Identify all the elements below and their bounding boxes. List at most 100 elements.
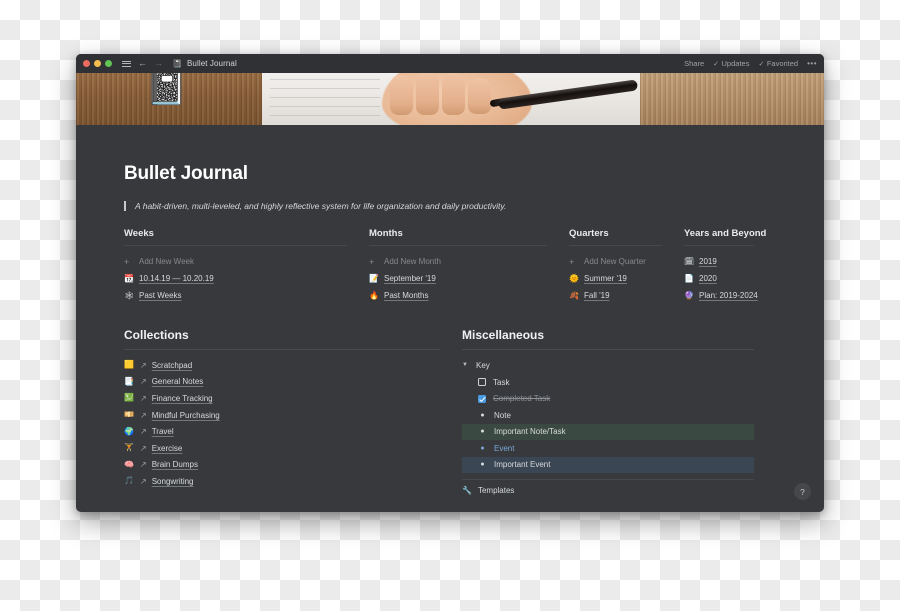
key-item-important-event[interactable]: ● Important Event	[462, 456, 754, 473]
list-item[interactable]: 📄 2020	[684, 270, 776, 287]
calendar-icon: 📆	[124, 273, 134, 283]
list-item[interactable]: 🧠 ↗ Brain Dumps	[124, 457, 462, 474]
forward-arrow-icon[interactable]: →	[154, 59, 163, 68]
notes-icon: 📑	[124, 376, 134, 386]
column-years: Years and Beyond 🗓 2019 📄 2020 🔮 Plan: 2…	[684, 228, 776, 304]
window-controls	[83, 60, 112, 67]
list-item[interactable]: 🏋 ↗ Exercise	[124, 440, 462, 457]
key-label: Key	[476, 360, 490, 370]
share-label: Share	[684, 59, 705, 68]
hamburger-icon[interactable]	[122, 60, 131, 67]
money-icon: 💴	[124, 410, 134, 420]
more-options-icon[interactable]: •••	[807, 59, 817, 68]
column-months: Months + Add New Month 📝 September '19 🔥…	[369, 228, 569, 304]
key-item-label: Event	[494, 443, 515, 453]
key-item-completed-task[interactable]: Completed Task	[462, 391, 754, 408]
key-item-note[interactable]: ● Note	[462, 407, 754, 424]
key-item-important-note[interactable]: ● Important Note/Task	[462, 423, 754, 440]
banner-photo	[262, 73, 640, 125]
list-item[interactable]: 💴 ↗ Mindful Purchasing	[124, 407, 462, 424]
brain-icon: 🧠	[124, 459, 134, 469]
list-item-label: Fall '19	[584, 291, 610, 300]
list-item[interactable]: 🔮 Plan: 2019-2024	[684, 287, 776, 304]
music-note-icon: 🎵	[124, 476, 134, 486]
updates-label: Updates	[721, 59, 750, 68]
section-collections: Collections 🟨 ↗ Scratchpad 📑 ↗ General N…	[124, 328, 462, 495]
link-arrow-icon: ↗	[140, 460, 147, 470]
plus-icon: +	[369, 256, 375, 267]
list-item-label: 10.14.19 — 10.20.19	[139, 274, 214, 283]
period-columns: Weeks + Add New Week 📆 10.14.19 — 10.20.…	[124, 228, 776, 304]
column-weeks: Weeks + Add New Week 📆 10.14.19 — 10.20.…	[124, 228, 369, 304]
favorited-label: Favorited	[766, 59, 799, 68]
calendar-icon: 🗓	[684, 256, 695, 266]
list-item[interactable]: 💹 ↗ Finance Tracking	[124, 390, 462, 407]
list-item[interactable]: 🌍 ↗ Travel	[124, 423, 462, 440]
share-button[interactable]: Share	[684, 59, 704, 68]
key-toggle[interactable]: ▼ Key	[462, 357, 776, 373]
list-item-label: Mindful Purchasing	[151, 410, 220, 420]
crystal-ball-icon: 🔮	[684, 290, 694, 300]
bullet-icon: ●	[480, 428, 485, 436]
plus-icon: +	[124, 256, 130, 267]
key-item-label: Important Event	[494, 460, 551, 470]
updates-button[interactable]: ✓ Updates	[713, 59, 749, 68]
favorited-button[interactable]: ✓ Favorited	[758, 59, 798, 68]
list-item[interactable]: 🟨 ↗ Scratchpad	[124, 357, 462, 374]
list-item[interactable]: 🍂 Fall '19	[569, 287, 684, 304]
check-icon: ✓	[758, 60, 765, 68]
list-item[interactable]: 🎵 ↗ Songwriting	[124, 473, 462, 490]
add-new-month-button[interactable]: + Add New Month	[369, 253, 569, 270]
add-new-quarter-button[interactable]: + Add New Quarter	[569, 253, 684, 270]
breadcrumb[interactable]: 📓 Bullet Journal	[172, 59, 237, 68]
list-item[interactable]: 🗓 2019	[684, 253, 776, 270]
list-item[interactable]: 📝 September '19	[369, 270, 569, 287]
finger-shape	[442, 73, 465, 115]
minimize-button[interactable]	[94, 60, 101, 67]
add-label: Add New Week	[139, 257, 194, 266]
list-item[interactable]: 📆 10.14.19 — 10.20.19	[124, 270, 369, 287]
finger-shape	[390, 75, 413, 115]
link-arrow-icon: ↗	[140, 427, 147, 437]
notebook-lines	[270, 79, 380, 119]
checkbox-unchecked-icon[interactable]	[478, 378, 486, 387]
divider	[462, 349, 754, 350]
bullet-icon: ●	[480, 411, 485, 419]
link-arrow-icon: ↗	[140, 393, 147, 403]
templates-item[interactable]: 🔧 Templates	[462, 479, 754, 495]
divider	[684, 245, 754, 246]
list-item-label: Past Months	[384, 291, 429, 300]
list-item[interactable]: 🕸 Past Weeks	[124, 287, 369, 304]
wrench-icon: 🔧	[462, 486, 472, 495]
key-item-task[interactable]: Task	[462, 374, 754, 391]
link-arrow-icon: ↗	[140, 360, 147, 370]
navigation-controls: ← →	[122, 59, 163, 68]
key-item-event[interactable]: ● Event	[462, 440, 754, 457]
list-item[interactable]: 🔥 Past Months	[369, 287, 569, 304]
column-heading: Years and Beyond	[684, 228, 767, 239]
key-item-label: Task	[493, 377, 510, 387]
close-button[interactable]	[83, 60, 90, 67]
list-item[interactable]: 🌞 Summer '19	[569, 270, 684, 287]
lower-sections: Collections 🟨 ↗ Scratchpad 📑 ↗ General N…	[124, 328, 776, 495]
cover-banner[interactable]	[76, 73, 824, 125]
page-title: Bullet Journal	[124, 163, 248, 184]
bullet-icon: ●	[480, 461, 485, 469]
maximize-button[interactable]	[105, 60, 112, 67]
list-item[interactable]: 📑 ↗ General Notes	[124, 374, 462, 391]
link-arrow-icon: ↗	[140, 410, 147, 420]
divider	[569, 245, 662, 246]
page-icon[interactable]: 📓	[145, 71, 187, 105]
bullet-icon: ●	[480, 444, 485, 452]
sun-icon: 🌞	[569, 273, 579, 283]
back-arrow-icon[interactable]: ←	[138, 59, 147, 68]
list-item-label: 2019	[699, 257, 717, 266]
memo-icon: 📝	[369, 273, 379, 283]
divider	[369, 245, 547, 246]
section-miscellaneous: Miscellaneous ▼ Key Task Completed Task …	[462, 328, 776, 495]
spiderweb-icon: 🕸	[124, 290, 135, 300]
help-button[interactable]: ?	[794, 483, 811, 500]
checkbox-checked-icon[interactable]	[478, 394, 486, 403]
add-new-week-button[interactable]: + Add New Week	[124, 253, 369, 270]
link-arrow-icon: ↗	[140, 443, 147, 453]
